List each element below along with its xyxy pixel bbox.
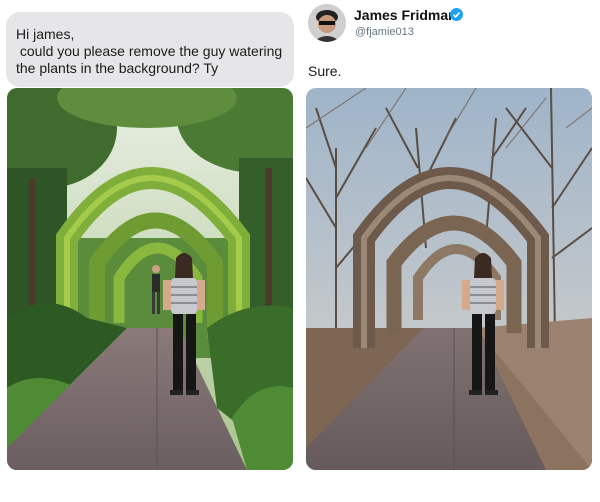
edited-photo — [306, 88, 592, 470]
avatar[interactable] — [308, 4, 346, 42]
author-handle[interactable]: @fjamie013 — [355, 26, 414, 38]
response-panel: James Fridman @fjamie013 Sure. — [300, 0, 600, 502]
author-name[interactable]: James Fridman — [354, 7, 457, 23]
original-photo — [7, 88, 293, 470]
request-text: Hi james, could you please remove the gu… — [16, 26, 283, 76]
request-bubble: Hi james, could you please remove the gu… — [6, 12, 294, 87]
verified-badge-icon — [450, 8, 463, 21]
request-panel: Hi james, could you please remove the gu… — [0, 0, 300, 502]
reply-text: Sure. — [308, 63, 342, 79]
